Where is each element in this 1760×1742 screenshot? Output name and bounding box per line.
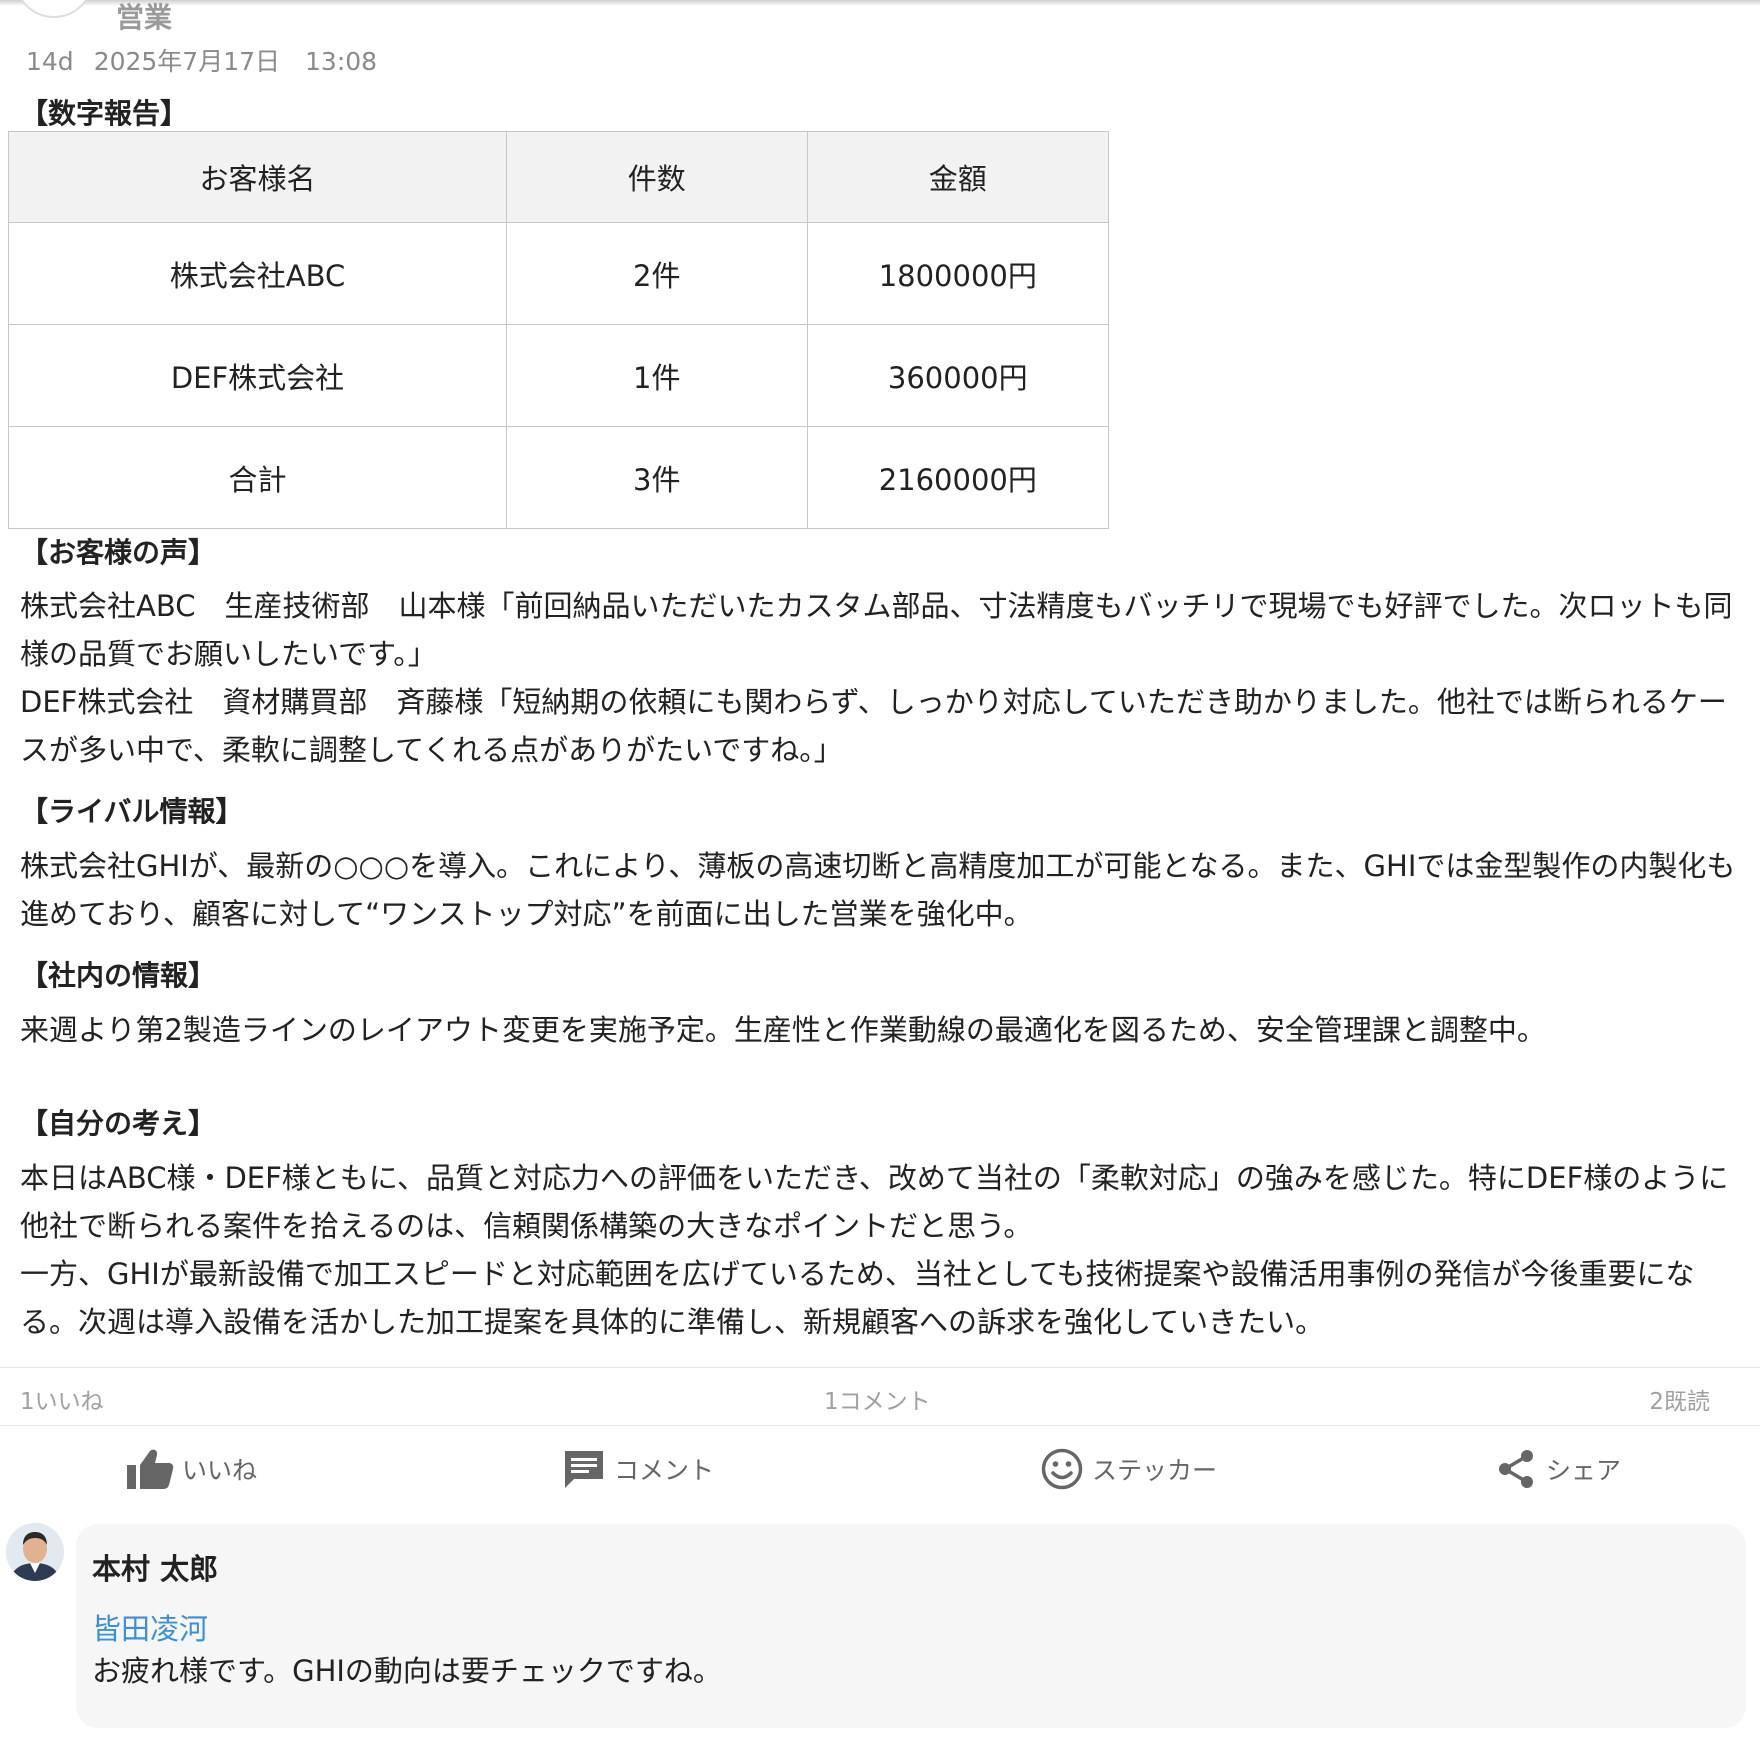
comment-icon <box>565 1451 603 1488</box>
sticker-label: ステッカー <box>1092 1456 1218 1485</box>
divider <box>0 1425 1760 1426</box>
heading-internal: 【社内の情報】 <box>20 959 217 992</box>
comment-author[interactable]: 本村 太郎 <box>92 1546 218 1588</box>
cell-customer: DEF株式会社 <box>8 324 507 427</box>
heading-rival: 【ライバル情報】 <box>20 795 244 828</box>
divider <box>0 1367 1760 1368</box>
header-amount: 金額 <box>806 131 1110 223</box>
cell-count: 2件 <box>506 222 808 325</box>
thoughts-text: 本日はABC様・DEF様ともに、品質と対応力への評価をいただき、改めて当社の「柔… <box>20 1154 1740 1346</box>
cell-amount: 1800000円 <box>806 222 1110 325</box>
sticker-button[interactable]: ステッカー <box>1040 1440 1217 1498</box>
table-row-total: 合計 3件 2160000円 <box>8 426 1110 529</box>
rival-text: 株式会社GHIが、最新の○○○を導入。これにより、薄板の高速切断と高精度加工が可… <box>20 842 1740 938</box>
cell-customer: 合計 <box>8 426 507 529</box>
table-row: 株式会社ABC 2件 1800000円 <box>8 222 1110 325</box>
voice-paragraph: 株式会社ABC 生産技術部 山本様「前回納品いただいたカスタム部品、寸法精度もバ… <box>20 589 1733 671</box>
group-avatar-mark: " <box>42 0 51 11</box>
comment-button[interactable]: コメント <box>562 1440 714 1498</box>
cell-count: 1件 <box>506 324 808 427</box>
commenter-avatar-image <box>6 1523 64 1581</box>
smiley-icon <box>1041 1448 1083 1490</box>
heading-voice: 【お客様の声】 <box>20 536 217 569</box>
voice-paragraph: DEF株式会社 資材購買部 斉藤様「短納期の依頼にも関わらず、しっかり対応してい… <box>20 685 1727 767</box>
cell-amount: 360000円 <box>806 324 1110 427</box>
heading-thoughts: 【自分の考え】 <box>20 1107 217 1140</box>
cell-customer: 株式会社ABC <box>8 222 507 325</box>
voice-text: 株式会社ABC 生産技術部 山本様「前回納品いただいたカスタム部品、寸法精度もバ… <box>20 582 1740 774</box>
post-meta: 14d 2025年7月17日 13:08 <box>26 42 377 78</box>
top-shadow <box>0 0 1760 6</box>
commenter-avatar[interactable] <box>6 1523 64 1581</box>
table-header-row: お客様名 件数 金額 <box>8 131 1110 223</box>
cell-amount: 2160000円 <box>806 426 1110 529</box>
comment-count[interactable]: 1コメント <box>824 1382 931 1416</box>
report-table: お客様名 件数 金額 株式会社ABC 2件 1800000円 DEF株式会社 1… <box>8 131 1110 529</box>
post-age: 14d <box>26 47 74 76</box>
cell-count: 3件 <box>506 426 808 529</box>
header-count: 件数 <box>506 131 808 223</box>
comment-label: コメント <box>614 1456 715 1485</box>
share-label: シェア <box>1546 1456 1622 1485</box>
post-datetime: 2025年7月17日 13:08 <box>93 47 378 76</box>
share-icon <box>1499 1450 1533 1488</box>
comment-card: 本村 太郎 皆田凌河 お疲れ様です。GHIの動向は要チェックですね。 <box>76 1524 1746 1728</box>
share-button[interactable]: シェア <box>1494 1440 1621 1498</box>
table-row: DEF株式会社 1件 360000円 <box>8 324 1110 427</box>
header-customer: お客様名 <box>8 131 507 223</box>
internal-paragraph: 来週より第2製造ラインのレイアウト変更を実施予定。生産性と作業動線の最適化を図る… <box>20 1013 1546 1047</box>
group-avatar[interactable]: " <box>14 0 94 18</box>
rival-paragraph: 株式会社GHIが、最新の○○○を導入。これにより、薄板の高速切断と高精度加工が可… <box>20 849 1736 931</box>
like-button[interactable]: いいね <box>126 1440 257 1498</box>
like-label: いいね <box>182 1456 258 1485</box>
heading-numbers: 【数字報告】 <box>20 97 189 130</box>
thumbs-up-icon <box>127 1449 174 1489</box>
like-count[interactable]: 1いいね <box>20 1382 104 1416</box>
read-count[interactable]: 2既読 <box>1649 1382 1710 1416</box>
internal-text: 来週より第2製造ラインのレイアウト変更を実施予定。生産性と作業動線の最適化を図る… <box>20 1006 1740 1054</box>
thoughts-paragraph: 本日はABC様・DEF様ともに、品質と対応力への評価をいただき、改めて当社の「柔… <box>20 1161 1729 1243</box>
thoughts-paragraph: 一方、GHIが最新設備で加工スピードと対応範囲を広げているため、当社としても技術… <box>20 1257 1695 1339</box>
group-name[interactable]: 営業 <box>116 0 172 36</box>
comment-text: お疲れ様です。GHIの動向は要チェックですね。 <box>92 1654 722 1688</box>
comment-mention-link[interactable]: 皆田凌河 <box>92 1606 208 1648</box>
